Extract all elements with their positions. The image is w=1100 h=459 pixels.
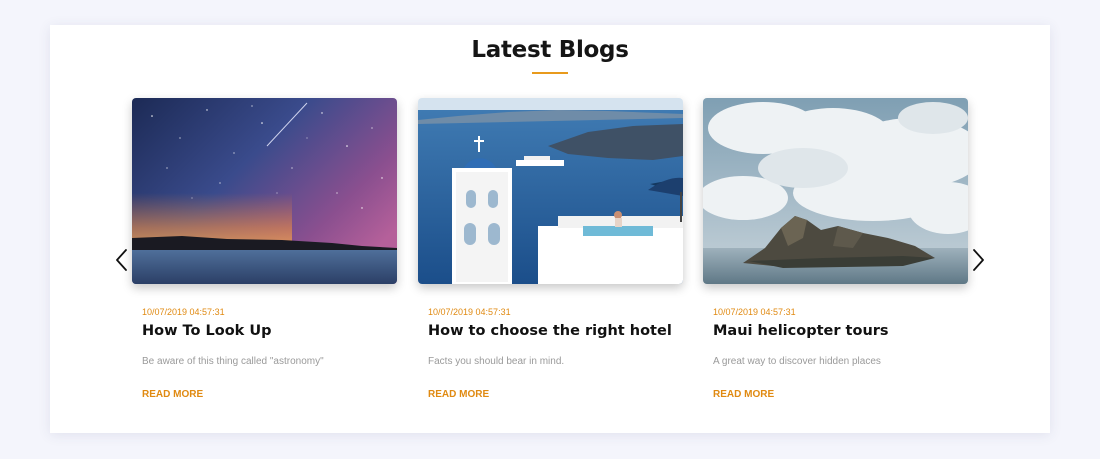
read-more-link[interactable]: READ MORE: [713, 389, 774, 400]
blog-card: 10/07/2019 04:57:31 How to choose the ri…: [418, 98, 683, 400]
read-more-link[interactable]: READ MORE: [142, 389, 203, 400]
blog-card-date: 10/07/2019 04:57:31: [142, 307, 225, 317]
blog-card-description: Facts you should bear in mind.: [428, 356, 565, 367]
blog-card-description: A great way to discover hidden places: [713, 356, 881, 367]
chevron-left-icon: [116, 249, 127, 271]
carousel-next-button[interactable]: [968, 247, 988, 273]
blog-card-title[interactable]: How to choose the right hotel: [428, 323, 672, 339]
blog-card-image-maui[interactable]: [703, 98, 968, 284]
chevron-right-icon: [973, 249, 984, 271]
section-title: Latest Blogs: [471, 37, 629, 63]
latest-blogs-section: Latest Blogs 10/07/2019 04:57:31 How To …: [50, 25, 1050, 433]
blog-card-date: 10/07/2019 04:57:31: [428, 307, 511, 317]
blog-card-date: 10/07/2019 04:57:31: [713, 307, 796, 317]
blog-card: 10/07/2019 04:57:31 How To Look Up Be aw…: [132, 98, 397, 400]
blog-card-title[interactable]: Maui helicopter tours: [713, 323, 889, 339]
title-underline: [532, 72, 568, 74]
blog-card-image-santorini[interactable]: [418, 98, 683, 284]
blog-card: 10/07/2019 04:57:31 Maui helicopter tour…: [703, 98, 968, 400]
blog-card-title[interactable]: How To Look Up: [142, 323, 272, 339]
carousel-prev-button[interactable]: [112, 247, 132, 273]
blog-card-image-night-sky[interactable]: [132, 98, 397, 284]
blog-card-description: Be aware of this thing called "astronomy…: [142, 356, 324, 367]
read-more-link[interactable]: READ MORE: [428, 389, 489, 400]
